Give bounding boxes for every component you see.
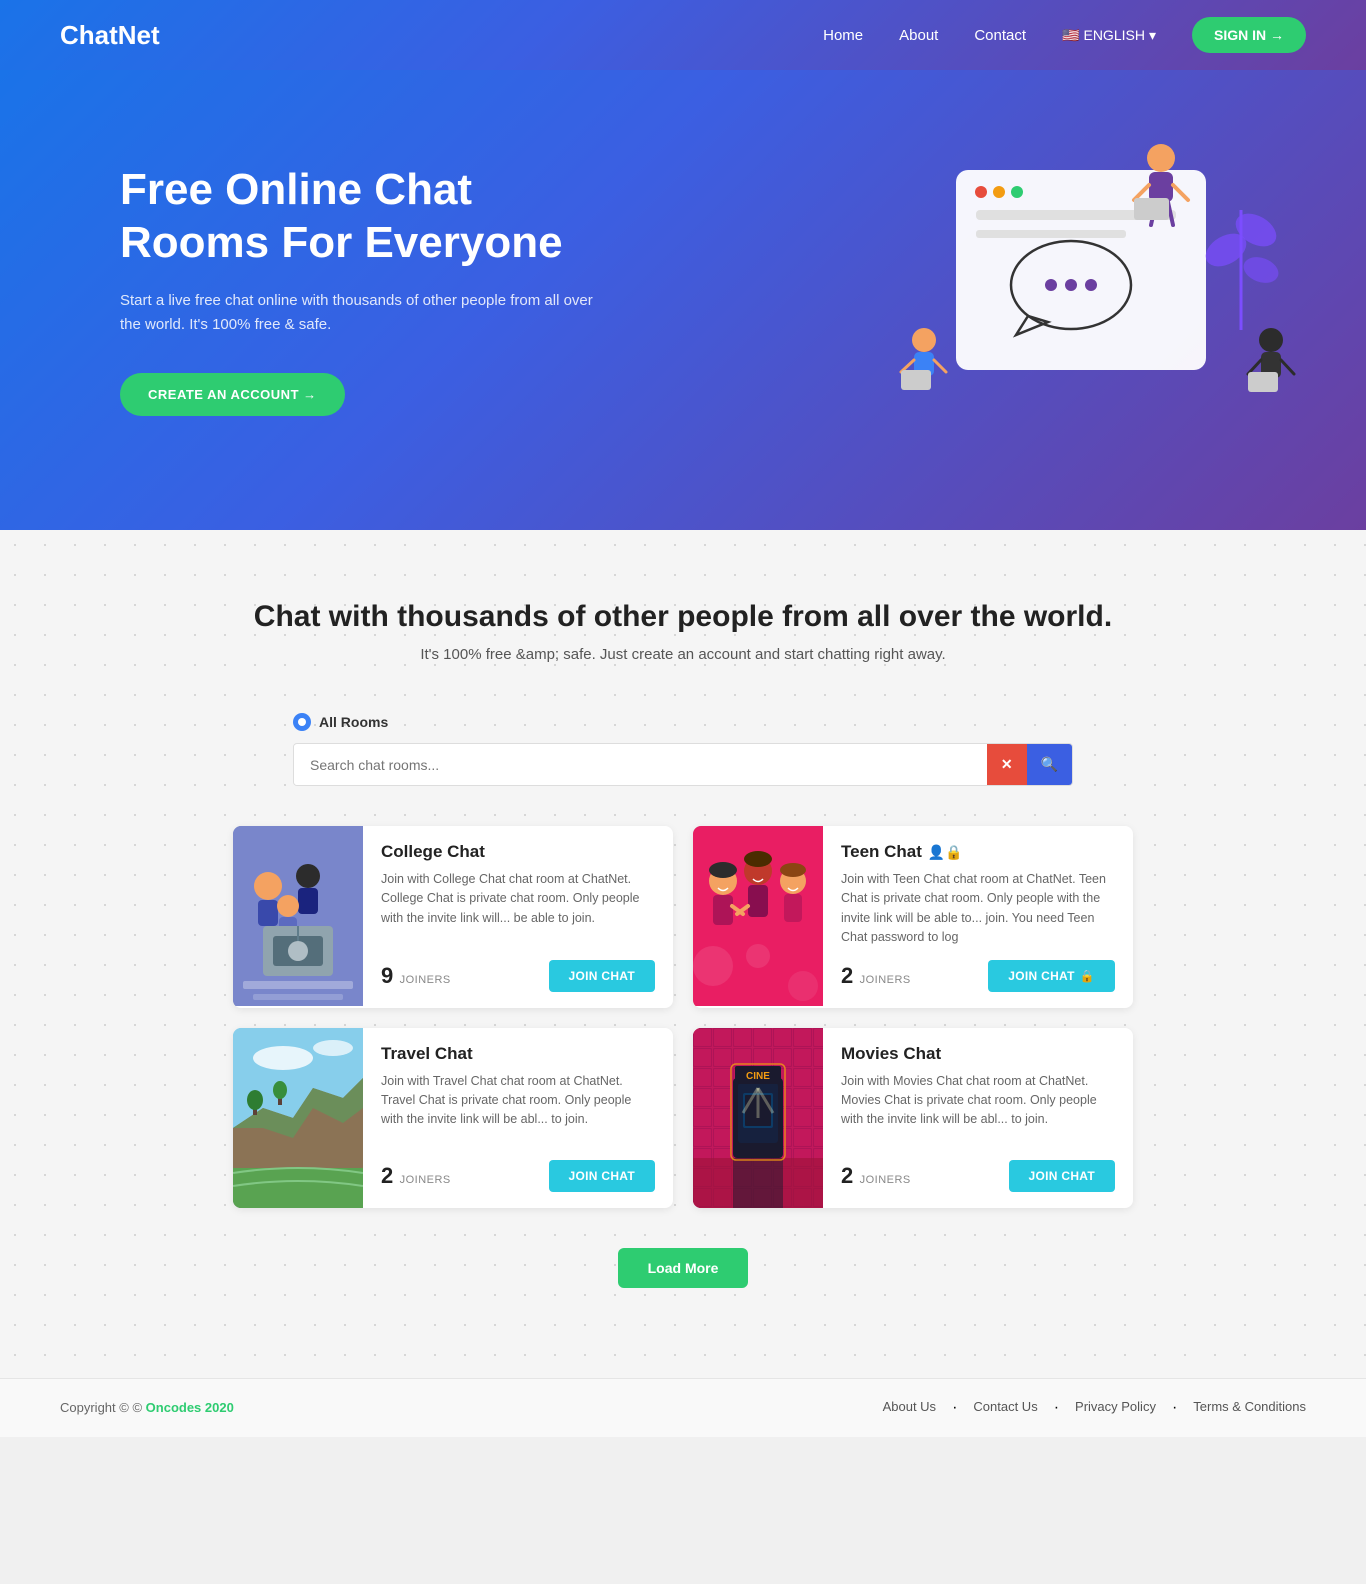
- section-heading: Chat with thousands of other people from…: [60, 600, 1306, 663]
- joiners-college: 9 JOINERS: [381, 963, 451, 989]
- logo: ChatNet: [60, 20, 160, 51]
- nav-home[interactable]: Home: [823, 27, 863, 44]
- room-footer-movies: 2 JOINERS JOIN CHAT: [841, 1160, 1115, 1192]
- footer-copyright-link[interactable]: Oncodes 2020: [146, 1400, 234, 1415]
- section-subtitle: It's 100% free &amp; safe. Just create a…: [60, 646, 1306, 663]
- load-more-button[interactable]: Load More: [618, 1248, 749, 1288]
- joiners-label-teen: JOINERS: [860, 974, 911, 986]
- hero-subtext: Start a live free chat online with thous…: [120, 289, 600, 337]
- load-more-area: Load More: [60, 1208, 1306, 1308]
- chevron-down-icon: ▾: [1149, 27, 1156, 44]
- joiners-count-travel: 2: [381, 1163, 393, 1188]
- room-image-travel: [233, 1028, 363, 1208]
- section-title: Chat with thousands of other people from…: [60, 600, 1306, 634]
- joiners-label: JOINERS: [400, 974, 451, 986]
- teen-img-svg: [693, 826, 823, 1006]
- room-title-teen: Teen Chat 👤🔒: [841, 842, 1115, 862]
- join-chat-button-college[interactable]: JOIN CHAT: [549, 960, 655, 992]
- footer-link-privacy[interactable]: Privacy Policy: [1075, 1399, 1156, 1417]
- footer-copyright: Copyright © © Oncodes 2020: [60, 1400, 234, 1415]
- flag-icon: 🇺🇸: [1062, 27, 1079, 44]
- room-footer-teen: 2 JOINERS JOIN CHAT 🔒: [841, 960, 1115, 992]
- room-image-teen: [693, 826, 823, 1006]
- room-desc-teen: Join with Teen Chat chat room at ChatNet…: [841, 870, 1115, 948]
- room-title-college: College Chat: [381, 842, 655, 862]
- lang-label: ENGLISH: [1083, 27, 1144, 43]
- footer-links: About Us · Contact Us · Privacy Policy ·…: [883, 1399, 1306, 1417]
- nav-about[interactable]: About: [899, 27, 938, 44]
- lock-icon: 🔒: [1080, 969, 1095, 983]
- lock-icon-teen: 👤🔒: [928, 844, 963, 861]
- joiners-teen: 2 JOINERS: [841, 963, 911, 989]
- travel-img-svg: [233, 1028, 363, 1208]
- room-title-movies: Movies Chat: [841, 1044, 1115, 1064]
- all-rooms-label: All Rooms: [293, 713, 1073, 731]
- room-desc-movies: Join with Movies Chat chat room at ChatN…: [841, 1072, 1115, 1130]
- footer-link-terms[interactable]: Terms & Conditions: [1193, 1399, 1306, 1417]
- main-nav: Home About Contact 🇺🇸 ENGLISH ▾ SIGN IN …: [823, 17, 1306, 53]
- room-footer-travel: 2 JOINERS JOIN CHAT: [381, 1160, 655, 1192]
- room-card-body-movies: Movies Chat Join with Movies Chat chat r…: [823, 1028, 1133, 1208]
- join-chat-button-travel[interactable]: JOIN CHAT: [549, 1160, 655, 1192]
- nav-contact[interactable]: Contact: [974, 27, 1026, 44]
- joiners-count-college: 9: [381, 963, 393, 988]
- joiners-label-travel: JOINERS: [400, 1174, 451, 1186]
- rooms-grid: College Chat Join with College Chat chat…: [233, 826, 1133, 1208]
- search-go-button[interactable]: 🔍: [1027, 744, 1072, 785]
- room-card-body-teen: Teen Chat 👤🔒 Join with Teen Chat chat ro…: [823, 826, 1133, 1008]
- search-area: All Rooms ✕ 🔍: [293, 713, 1073, 786]
- college-img-svg: [233, 826, 363, 1006]
- all-rooms-text: All Rooms: [319, 714, 388, 730]
- room-card-movies: CINE Movies C: [693, 1028, 1133, 1208]
- hero-text-block: Free Online Chat Rooms For Everyone Star…: [120, 164, 600, 417]
- illustration-svg: [886, 130, 1306, 450]
- movies-img-svg: CINE: [693, 1028, 823, 1208]
- room-image-movies: CINE: [693, 1028, 823, 1208]
- language-selector[interactable]: 🇺🇸 ENGLISH ▾: [1062, 27, 1156, 44]
- search-icon: 🔍: [1041, 756, 1058, 772]
- room-title-travel: Travel Chat: [381, 1044, 655, 1064]
- search-clear-button[interactable]: ✕: [987, 744, 1027, 785]
- footer-link-about[interactable]: About Us: [883, 1399, 936, 1417]
- main-content: Chat with thousands of other people from…: [0, 530, 1366, 1378]
- sign-in-button[interactable]: SIGN IN →: [1192, 17, 1306, 53]
- create-account-button[interactable]: CREATE AN ACCOUNT →: [120, 373, 345, 416]
- svg-text:CINE: CINE: [746, 1071, 770, 1082]
- room-footer-college: 9 JOINERS JOIN CHAT: [381, 960, 655, 992]
- hero-heading: Free Online Chat Rooms For Everyone: [120, 164, 600, 270]
- logo-regular: Net: [118, 20, 160, 50]
- join-chat-button-teen[interactable]: JOIN CHAT 🔒: [988, 960, 1115, 992]
- room-card-body-travel: Travel Chat Join with Travel Chat chat r…: [363, 1028, 673, 1208]
- room-desc-travel: Join with Travel Chat chat room at ChatN…: [381, 1072, 655, 1130]
- hero-section: Free Online Chat Rooms For Everyone Star…: [0, 70, 1366, 530]
- room-card-travel: Travel Chat Join with Travel Chat chat r…: [233, 1028, 673, 1208]
- search-bar: ✕ 🔍: [293, 743, 1073, 786]
- join-chat-button-movies[interactable]: JOIN CHAT: [1009, 1160, 1115, 1192]
- joiners-movies: 2 JOINERS: [841, 1163, 911, 1189]
- room-desc-college: Join with College Chat chat room at Chat…: [381, 870, 655, 928]
- room-card-body-college: College Chat Join with College Chat chat…: [363, 826, 673, 1008]
- all-rooms-dot-icon: [293, 713, 311, 731]
- joiners-count-movies: 2: [841, 1163, 853, 1188]
- hero-illustration: [886, 130, 1306, 450]
- footer-link-contact[interactable]: Contact Us: [973, 1399, 1037, 1417]
- joiners-travel: 2 JOINERS: [381, 1163, 451, 1189]
- room-card-teen: Teen Chat 👤🔒 Join with Teen Chat chat ro…: [693, 826, 1133, 1008]
- footer: Copyright © © Oncodes 2020 About Us · Co…: [0, 1378, 1366, 1437]
- joiners-count-teen: 2: [841, 963, 853, 988]
- header: ChatNet Home About Contact 🇺🇸 ENGLISH ▾ …: [0, 0, 1366, 70]
- joiners-label-movies: JOINERS: [860, 1174, 911, 1186]
- logo-bold: Chat: [60, 20, 118, 50]
- room-image-college: [233, 826, 363, 1006]
- room-card-college: College Chat Join with College Chat chat…: [233, 826, 673, 1008]
- search-input[interactable]: [294, 745, 987, 785]
